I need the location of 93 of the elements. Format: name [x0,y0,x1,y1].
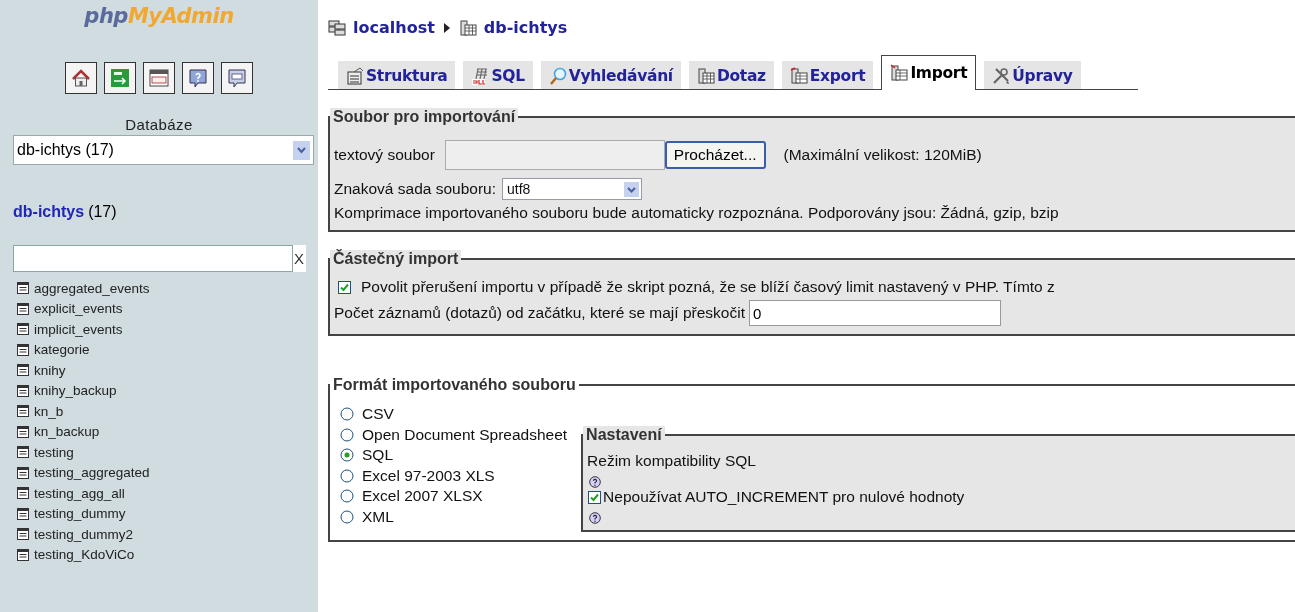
table-icon [17,364,29,377]
setting-label: Režim kompatibility SQL [587,452,757,470]
checkbox[interactable] [338,280,351,294]
table-link[interactable]: kategorie [34,342,90,358]
structure-icon [346,67,364,85]
database-icon [458,18,477,37]
tab[interactable]: Dotaz [688,61,774,89]
radio-button[interactable] [340,489,354,504]
radio-button[interactable] [340,427,354,442]
compression-note: Komprimace importovaného souboru bude automaticky rozpoznána. Podporovány jsou: Žádná, gzip, bzip [334,204,1060,222]
option-label: Open Document Spreadsheet [362,425,568,444]
table-icon [17,405,29,418]
browse-button[interactable]: Procházet... [664,141,766,169]
sql-query-button[interactable] [221,62,253,94]
help-icon [589,512,602,524]
field-label: Znaková sada souboru: [334,180,496,198]
logo[interactable]: phpMyAdmin [84,4,234,28]
help-icon [186,66,210,90]
exit-icon [108,66,132,90]
sql-query-icon [225,66,249,90]
checkbox-label: Povolit přerušení importu v případě že skript pozná, že se blíží časový limit nastavený v PHP. Tímto z [361,278,1055,296]
table-icon [17,323,29,336]
arrow-right-icon [443,22,450,33]
tab[interactable]: SQL [463,61,533,89]
table-link[interactable]: testing_dummy2 [34,526,134,542]
table-link[interactable]: explicit_events [34,301,123,317]
help-icon [589,476,602,488]
table-link[interactable]: kn_b [34,403,64,419]
sql-icon [471,67,490,85]
table-icon [17,302,29,315]
breadcrumb-link[interactable]: db-ichtys [483,18,568,37]
breadcrumb-link[interactable]: localhost [353,18,435,37]
sql-window-icon [147,66,171,90]
tab[interactable]: Export [781,61,874,89]
table-link[interactable]: testing [34,444,74,460]
table-link[interactable]: knihy_backup [34,383,117,399]
field-label: Počet záznamů (dotazů) od začátku, které se mají přeskočit [334,304,745,322]
table-icon [17,487,29,500]
table-link[interactable]: kn_backup [34,424,100,440]
option-label: Excel 2007 XLSX [362,487,483,506]
table-icon [17,384,29,397]
server-icon [328,18,346,37]
clear-button[interactable]: X [293,245,306,272]
table-link[interactable]: testing_agg_all [34,485,125,501]
export-icon [789,67,808,85]
table-icon [17,548,29,561]
field-label: textový soubor [334,146,435,164]
section-title: Soubor pro importování [330,108,519,126]
table-icon [17,425,29,438]
radio-button[interactable] [340,468,354,483]
tools-icon [992,67,1011,85]
table-link[interactable]: knihy [34,362,66,378]
table-icon [17,343,29,356]
charset-select[interactable]: utf8 [502,178,642,200]
sql-window-button[interactable] [143,62,175,94]
import-icon [890,64,909,82]
checkbox-label: Nepoužívat AUTO_INCREMENT pro nulové hodnoty [603,488,965,506]
table-icon [17,282,29,295]
checkbox[interactable] [588,490,602,504]
table-link[interactable]: aggregated_events [34,280,150,296]
size-note: (Maximální velikost: 120MiB) [783,146,982,164]
table-link[interactable]: testing_aggregated [34,465,150,481]
option-label: Excel 97-2003 XLS [362,466,495,485]
table-icon [17,446,29,459]
radio-button[interactable] [340,509,354,524]
tab[interactable]: Import [881,55,977,90]
option-label: SQL [362,446,393,465]
filter-field[interactable] [13,245,293,272]
tab[interactable]: Struktura [338,61,456,89]
database-link[interactable]: db-ichtys [13,203,85,220]
radio-button[interactable] [340,448,354,463]
query-icon [696,67,715,85]
help-button[interactable] [182,62,214,94]
option-label: CSV [362,405,394,424]
section-title: Částečný import [330,250,462,268]
home-button[interactable] [65,62,97,94]
table-link[interactable]: testing_dummy [34,506,126,522]
table-icon [17,466,29,479]
search-icon [548,67,567,85]
option-label: XML [362,507,394,526]
table-link[interactable]: implicit_events [34,321,123,337]
exit-button[interactable] [104,62,136,94]
table-icon [17,507,29,520]
skip-field[interactable]: 0 [748,300,1001,326]
table-link[interactable]: testing_KdoViCo [34,547,135,563]
tab[interactable]: Úpravy [984,61,1081,89]
database-select[interactable]: db-ichtys (17) [13,135,314,165]
table-count: (17) [88,203,117,220]
tab[interactable]: Vyhledávání [540,61,681,89]
database-label: Databáze [124,116,194,133]
radio-button[interactable] [340,407,354,422]
file-field[interactable] [444,140,665,170]
table-icon [17,528,29,541]
